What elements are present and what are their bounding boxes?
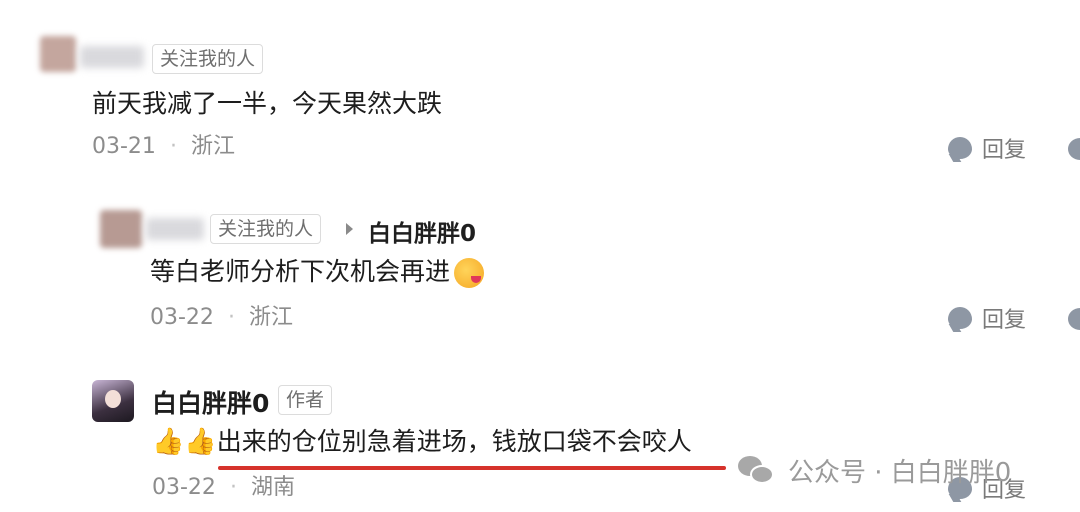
author-avatar[interactable] [92, 380, 134, 422]
comment-bubble-icon [948, 137, 972, 159]
reply-button[interactable]: 回复 [948, 132, 1026, 164]
follow-tag: 关注我的人 [152, 44, 264, 74]
comment-text-body: 出来的仓位别急着进场，钱放口袋不会咬人 [216, 427, 692, 456]
comment-meta: 03-21 · 浙江 [92, 131, 235, 163]
comment-meta: 03-22 · 浙江 [150, 302, 293, 334]
watermark: 公众号 · 白白胖胖0 [738, 452, 1011, 489]
like-icon[interactable] [1068, 138, 1080, 160]
user-avatar[interactable] [40, 36, 76, 72]
user-avatar[interactable] [100, 210, 142, 248]
comment-bubble-icon [948, 307, 972, 329]
reply-label: 回复 [982, 308, 1027, 333]
separator-dot: · [229, 475, 237, 500]
comment-date: 03-22 [152, 475, 216, 500]
separator-dot: · [227, 305, 235, 330]
like-icon[interactable] [1068, 308, 1080, 330]
username-blurred[interactable] [80, 46, 144, 68]
watermark-text: 公众号 · 白白胖胖0 [788, 458, 1012, 488]
wechat-icon [738, 455, 776, 486]
right-triangle-icon [346, 223, 353, 235]
thumbs-up-icon: 👍 [184, 427, 217, 457]
comment-text-body: 等白老师分析下次机会再进 [150, 257, 451, 286]
comment-meta: 03-22 · 湖南 [152, 472, 295, 504]
separator-dot: · [169, 134, 177, 159]
author-tag: 作者 [278, 385, 333, 415]
comment-text: 前天我减了一半，今天果然大跌 [92, 89, 443, 118]
comment-location: 浙江 [248, 305, 293, 330]
author-name[interactable]: 白白胖胖0 [152, 384, 269, 420]
thumbs-up-icon: 👍 [152, 427, 185, 457]
comment-date: 03-22 [150, 305, 214, 330]
reply-label: 回复 [982, 138, 1027, 163]
highlight-underline [218, 466, 726, 470]
username-blurred[interactable] [146, 218, 204, 240]
comment-location: 湖南 [250, 475, 295, 500]
reply-button[interactable]: 回复 [948, 302, 1026, 334]
comment-date: 03-21 [92, 134, 156, 159]
comment-location: 浙江 [190, 134, 235, 159]
follow-tag: 关注我的人 [210, 214, 322, 244]
avatar-face [105, 390, 121, 408]
comment-text: 👍👍出来的仓位别急着进场，钱放口袋不会咬人 [152, 424, 692, 460]
reply-target-name[interactable]: 白白胖胖0 [368, 214, 476, 248]
comment-text: 等白老师分析下次机会再进 [150, 254, 485, 290]
tongue-wink-face-icon [454, 258, 485, 288]
